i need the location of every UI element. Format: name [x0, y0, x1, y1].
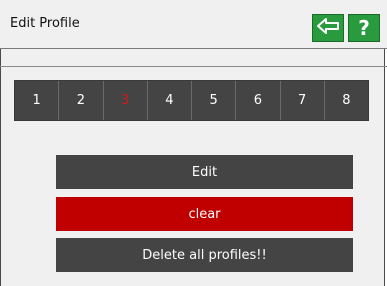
title-bar: Edit Profile ?	[0, 0, 387, 49]
help-button[interactable]: ?	[348, 14, 380, 42]
edit-button[interactable]: Edit	[56, 155, 353, 189]
profile-tab-5[interactable]: 5	[192, 81, 237, 120]
clear-button[interactable]: clear	[56, 197, 353, 231]
page-title: Edit Profile	[10, 16, 80, 31]
profile-tab-4[interactable]: 4	[147, 81, 192, 120]
profile-tab-8[interactable]: 8	[324, 81, 368, 120]
profile-tabs: 1 2 3 4 5 6 7 8	[14, 80, 369, 121]
profile-tab-1[interactable]: 1	[15, 81, 60, 120]
profile-tab-3[interactable]: 3	[103, 81, 148, 120]
delete-all-profiles-button[interactable]: Delete all profiles!!	[56, 238, 353, 272]
profile-tab-7[interactable]: 7	[280, 81, 325, 120]
profile-tab-2[interactable]: 2	[59, 81, 104, 120]
profile-tab-6[interactable]: 6	[236, 81, 281, 120]
arrow-left-icon	[316, 17, 340, 39]
back-button[interactable]	[312, 14, 344, 42]
section-divider	[0, 66, 387, 67]
